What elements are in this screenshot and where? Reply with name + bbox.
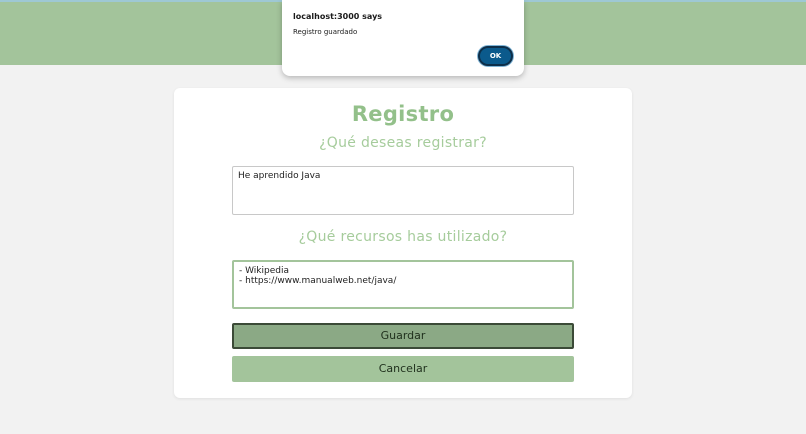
dialog-title: localhost:3000 says — [293, 12, 383, 21]
resources-textarea[interactable]: - Wikipedia - https://www.manualweb.net/… — [232, 260, 574, 309]
alert-dialog: localhost:3000 says Registro guardado OK — [282, 0, 524, 76]
cancel-button[interactable]: Cancelar — [232, 356, 574, 382]
question-label-resources: ¿Qué recursos has utilizado? — [298, 229, 508, 245]
page-title: Registro — [351, 102, 455, 126]
register-textarea[interactable]: He aprendido Java — [232, 166, 574, 215]
save-button[interactable]: Guardar — [232, 323, 574, 349]
registro-card: Registro ¿Qué deseas registrar? He apren… — [174, 88, 632, 398]
question-label-register: ¿Qué deseas registrar? — [319, 135, 487, 151]
dialog-message: Registro guardado — [293, 28, 358, 36]
ok-button[interactable]: OK — [478, 46, 513, 66]
